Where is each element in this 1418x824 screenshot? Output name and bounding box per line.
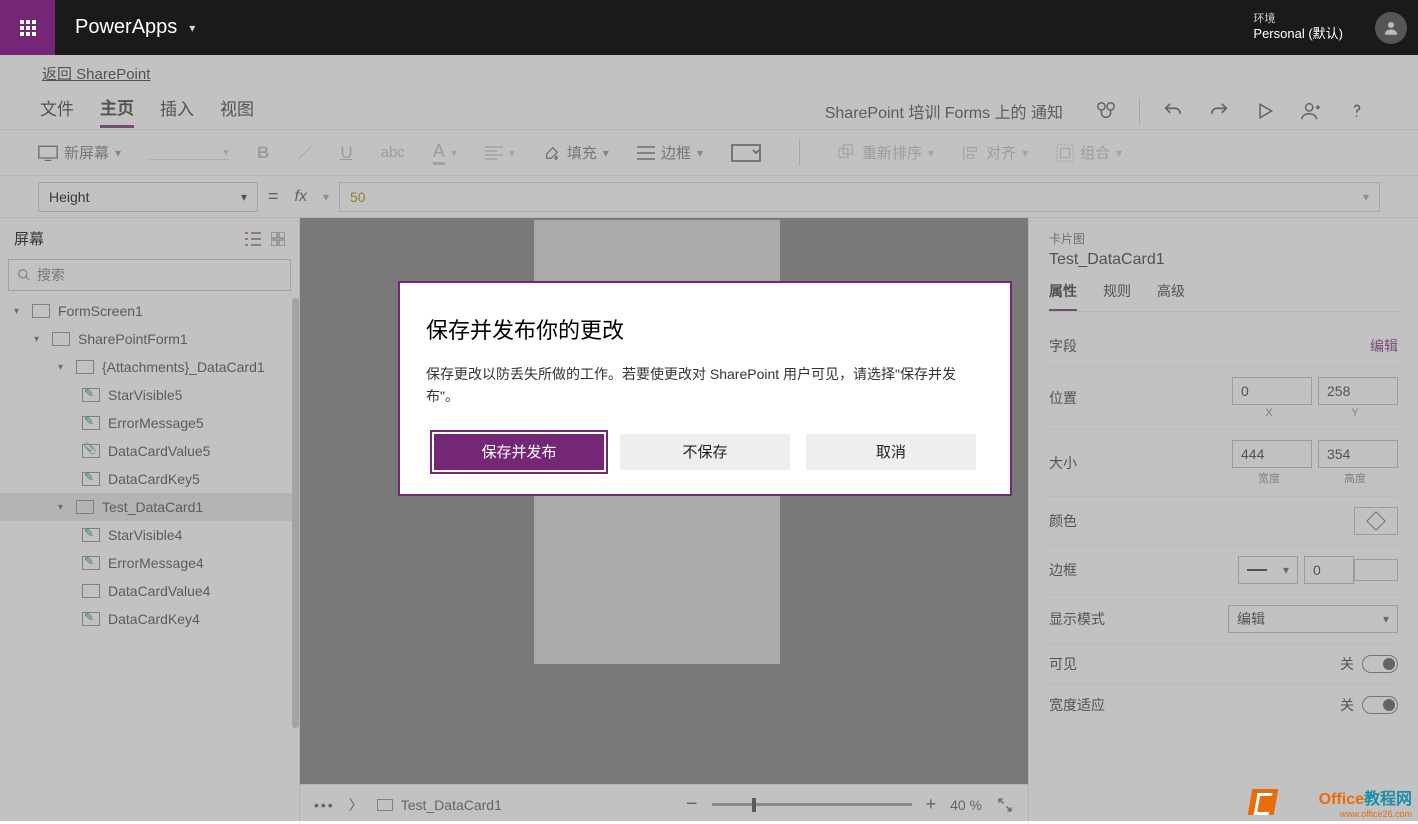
dialog-body: 保存更改以防丢失所做的工作。若要使更改对 SharePoint 用户可见，请选择…	[426, 363, 984, 408]
app-title[interactable]: PowerApps ▾	[55, 16, 215, 39]
environment-picker[interactable]: 环境 Personal (默认)	[1233, 12, 1363, 43]
env-value: Personal (默认)	[1253, 26, 1343, 43]
person-icon	[1375, 12, 1407, 44]
app-header: PowerApps ▾ 环境 Personal (默认)	[0, 0, 1418, 55]
cancel-button[interactable]: 取消	[806, 434, 976, 470]
dialog-title: 保存并发布你的更改	[426, 313, 984, 345]
waffle-icon	[20, 20, 36, 36]
app-name: PowerApps	[75, 16, 177, 39]
chevron-down-icon: ▾	[189, 21, 195, 35]
watermark-text: Office教程网 www.office26.com	[1319, 785, 1412, 819]
watermark-logo	[1248, 789, 1279, 815]
account-button[interactable]	[1363, 0, 1418, 55]
app-launcher[interactable]	[0, 0, 55, 55]
save-and-publish-button[interactable]: 保存并发布	[434, 434, 604, 470]
env-label: 环境	[1253, 12, 1343, 26]
save-publish-dialog: 保存并发布你的更改 保存更改以防丢失所做的工作。若要使更改对 SharePoin…	[398, 281, 1012, 496]
dont-save-button[interactable]: 不保存	[620, 434, 790, 470]
